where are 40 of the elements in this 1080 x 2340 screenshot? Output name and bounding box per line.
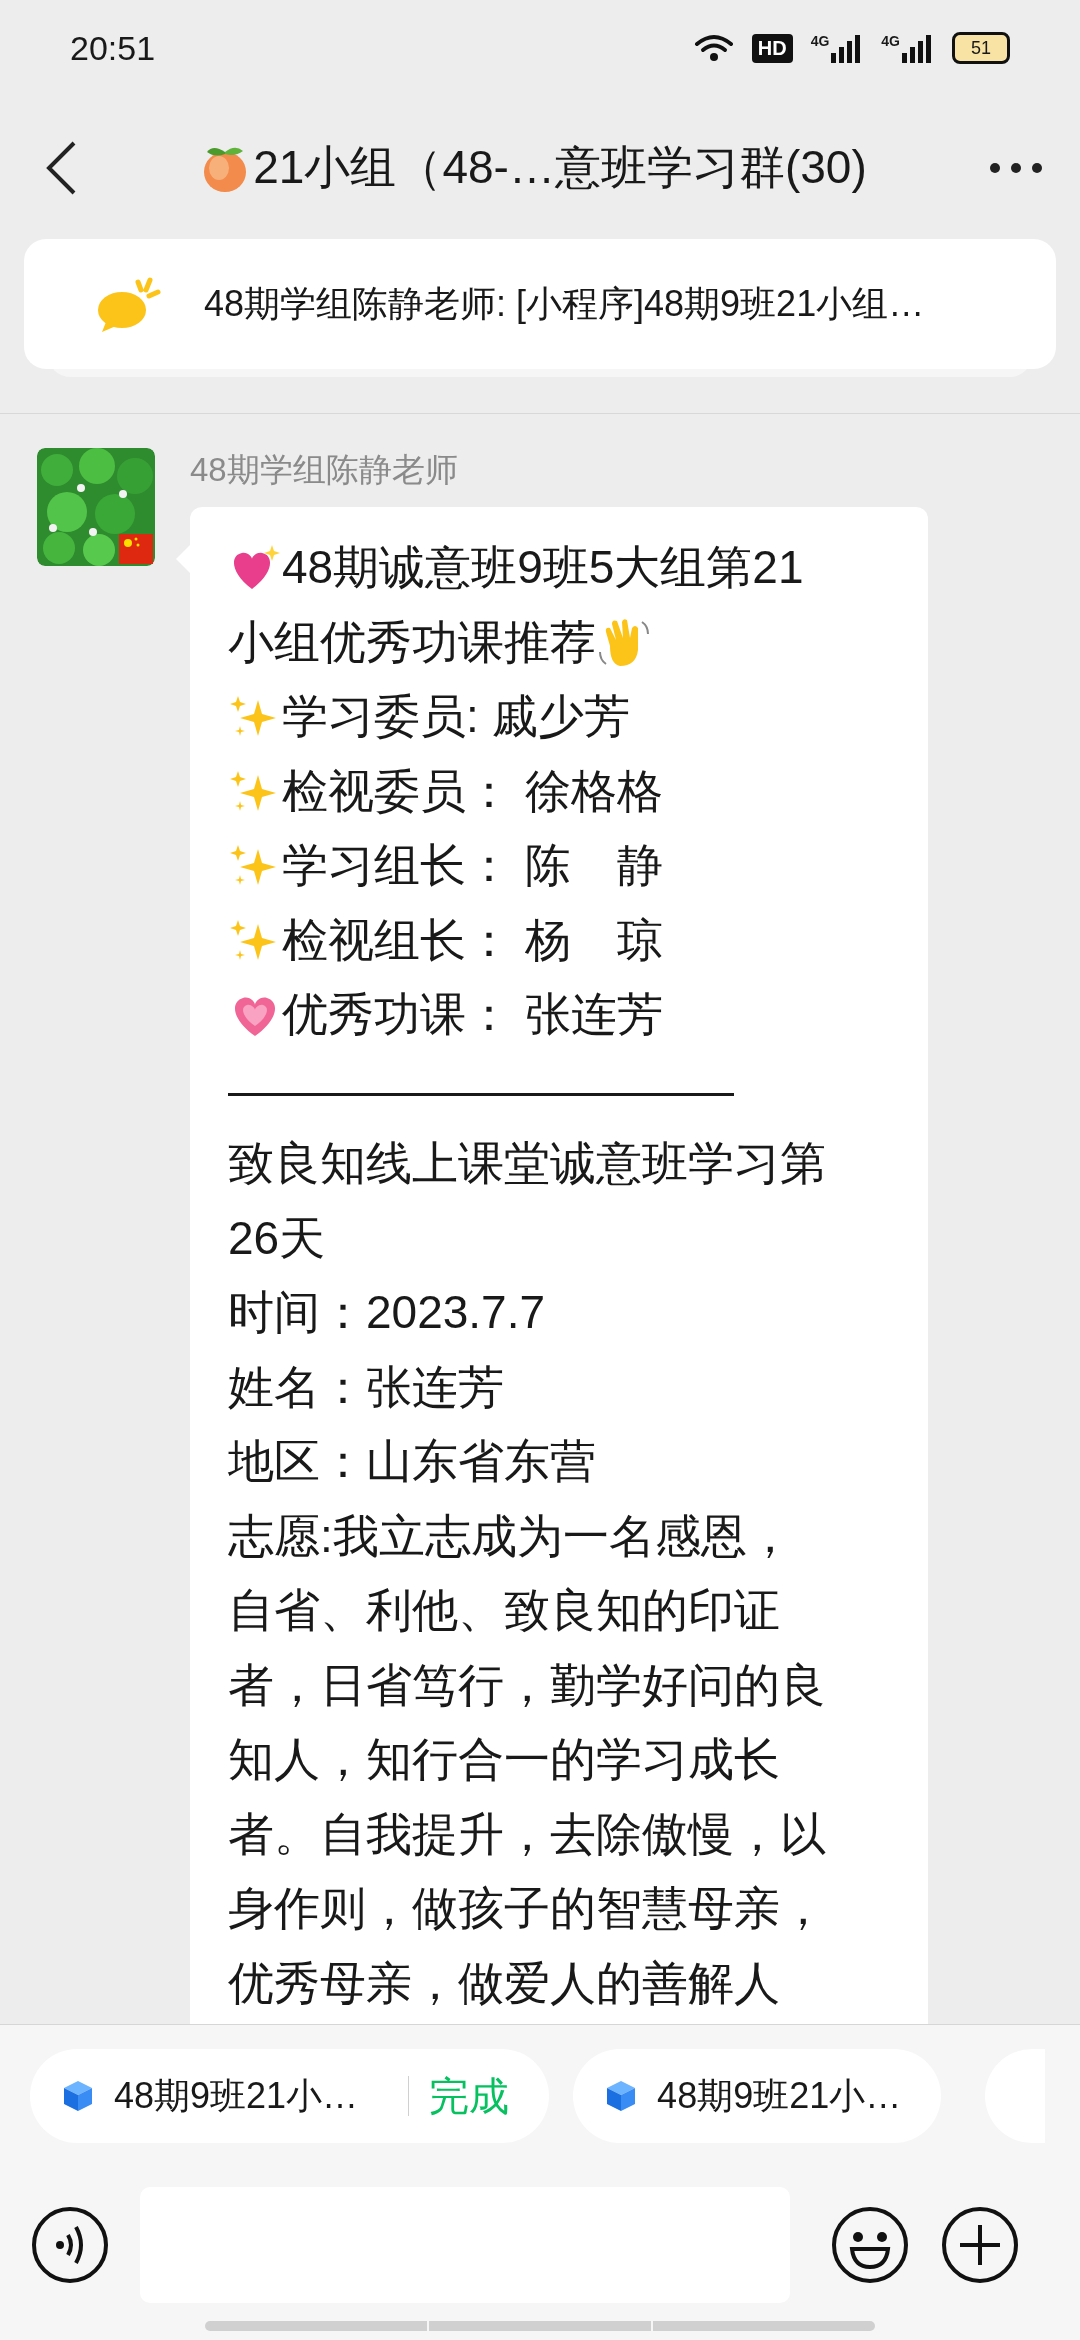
message-text: 时间：2023.7.7: [228, 1285, 546, 1341]
message-text: 48期诚意班9班5大组第21: [282, 540, 804, 596]
cube-icon: [62, 2079, 94, 2113]
plus-icon[interactable]: [940, 2205, 1020, 2285]
wifi-icon: [693, 33, 734, 63]
status-time: 20:51: [70, 28, 156, 68]
voice-icon[interactable]: [30, 2205, 110, 2285]
network-label: 4G: [881, 33, 900, 49]
message-text: 姓名：张连芳: [228, 1359, 504, 1415]
back-icon[interactable]: [44, 139, 78, 196]
message-text: 检视委员： 徐格格: [282, 763, 663, 819]
more-icon[interactable]: [988, 160, 1044, 175]
emoji-icon[interactable]: [830, 2205, 910, 2285]
sender-name: 48期学组陈静老师: [190, 450, 458, 490]
message-text: 自省、利他、致良知的印证: [228, 1583, 780, 1639]
message-text: 志愿:我立志成为一名感恩，: [228, 1508, 793, 1564]
message-text: 地区：山东省东营: [228, 1434, 596, 1490]
signal-icon: [900, 33, 934, 63]
message-text: 检视组长： 杨 琼: [282, 912, 663, 968]
message-text: 优秀功课： 张连芳: [282, 987, 663, 1043]
message-text: ———————————: [228, 1062, 734, 1117]
message-text: 学习委员: 戚少芳: [282, 689, 630, 745]
mini-program-chip[interactable]: 48期9班21小… 完成: [30, 2049, 550, 2143]
network-label: 4G: [810, 33, 830, 49]
message-text: 致良知线上课堂诚意班学习第: [228, 1136, 826, 1192]
hd-badge: HD: [751, 33, 793, 63]
message-text: 小组优秀功课推荐: [228, 614, 596, 670]
flag-icon: [119, 534, 153, 564]
message-text: 学习组长： 陈 静: [282, 838, 663, 894]
message-text: 26天: [228, 1210, 326, 1266]
pinned-message[interactable]: 48期学组陈静老师: [小程序]48期9班21小组…: [24, 239, 1056, 369]
message-text: 者，日省笃行，勤学好问的良: [228, 1657, 826, 1713]
cube-icon: [605, 2079, 638, 2113]
message-text: 优秀母亲，做爱人的善解人: [228, 1955, 780, 2011]
message-text: 者。自我提升，去除傲慢，以: [228, 1806, 826, 1862]
battery-icon: 51: [952, 32, 1010, 64]
message-text: 知人，知行合一的学习成长: [228, 1732, 780, 1788]
message-text: 身作则，做孩子的智慧母亲，: [228, 1881, 826, 1937]
chat-title: 21小组（48-…意班学习群(30): [253, 139, 867, 195]
mini-program-chip[interactable]: 48期9班21小…: [573, 2049, 942, 2143]
